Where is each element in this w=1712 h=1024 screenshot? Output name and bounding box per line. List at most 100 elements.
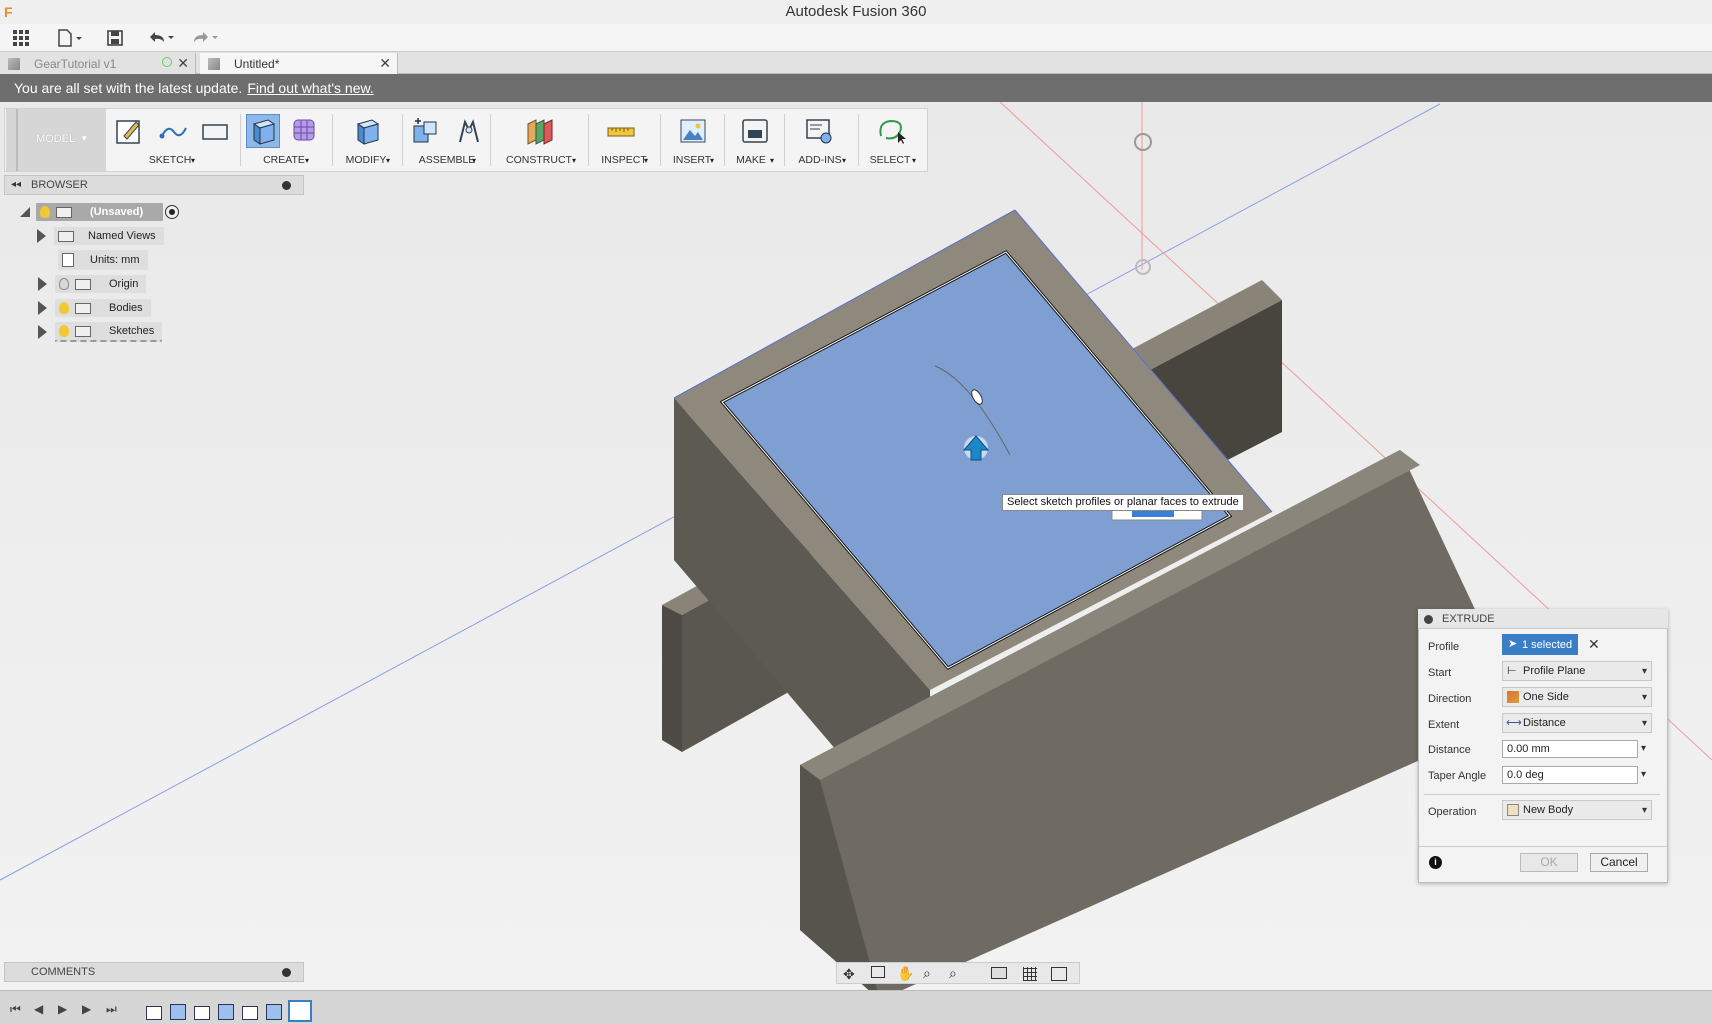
timeline-extrude-icon[interactable]: [266, 1004, 282, 1020]
expand-icon[interactable]: [38, 325, 47, 339]
save-icon[interactable]: [104, 28, 126, 48]
distance-dropdown-icon[interactable]: ▾: [1641, 743, 1646, 754]
update-notice: You are all set with the latest update. F…: [0, 74, 1712, 102]
viewports-icon[interactable]: [1051, 967, 1067, 981]
operation-value: New Body: [1523, 804, 1574, 816]
play-icon[interactable]: ▶: [58, 1002, 74, 1016]
ok-button[interactable]: OK: [1520, 853, 1578, 872]
timeline-sketch-icon[interactable]: [242, 1006, 258, 1020]
go-to-end-icon[interactable]: ⏭: [106, 1002, 122, 1016]
offset-plane-icon[interactable]: [522, 114, 556, 148]
form-icon[interactable]: [288, 114, 322, 148]
direction-value: One Side: [1523, 691, 1569, 703]
new-component-icon[interactable]: [408, 114, 442, 148]
profile-selection-button[interactable]: ➤ 1 selected: [1502, 634, 1578, 655]
whats-new-link[interactable]: Find out what's new.: [247, 80, 373, 96]
3d-print-icon[interactable]: [738, 114, 772, 148]
scripts-addins-icon[interactable]: [802, 114, 836, 148]
document-icon: [8, 57, 20, 70]
workspace-switcher[interactable]: MODEL ▾: [6, 109, 106, 171]
divider: [1419, 846, 1667, 847]
timeline-extrude-icon[interactable]: [170, 1004, 186, 1020]
taper-angle-input[interactable]: 0.0 deg: [1502, 766, 1638, 784]
profile-value: 1 selected: [1522, 638, 1573, 651]
timeline-sketch-icon[interactable]: [194, 1006, 210, 1020]
browser-options-icon[interactable]: [282, 181, 291, 190]
activate-radio-icon[interactable]: [165, 205, 180, 219]
make-group-label[interactable]: MAKE: [728, 154, 774, 166]
extrude-dialog-header[interactable]: EXTRUDE: [1418, 609, 1668, 629]
extent-select[interactable]: ⟷ Distance: [1502, 713, 1652, 733]
browser-root-node[interactable]: (Unsaved): [20, 202, 180, 222]
cancel-button[interactable]: Cancel: [1590, 853, 1648, 872]
press-pull-icon[interactable]: [350, 114, 384, 148]
extrude-tooltip: Select sketch profiles or planar faces t…: [1002, 494, 1244, 511]
clear-selection-icon[interactable]: ✕: [1588, 636, 1600, 653]
close-icon[interactable]: ✕: [379, 55, 391, 72]
tree-item-named-views[interactable]: Named Views: [37, 226, 164, 246]
spline-icon[interactable]: [156, 114, 190, 148]
expand-icon[interactable]: [38, 277, 47, 291]
timeline-current-sketch-icon[interactable]: [288, 1000, 312, 1022]
distance-input[interactable]: 0.00 mm: [1502, 740, 1638, 758]
visibility-bulb-icon[interactable]: [59, 325, 69, 337]
info-icon[interactable]: i: [1429, 856, 1442, 869]
expand-icon[interactable]: [37, 229, 46, 243]
tree-item-sketches[interactable]: Sketches: [38, 322, 163, 342]
close-icon[interactable]: ✕: [177, 55, 189, 72]
start-select[interactable]: ⊢ Profile Plane: [1502, 661, 1652, 681]
grid-icon[interactable]: [1023, 967, 1037, 981]
visibility-bulb-icon[interactable]: [59, 302, 69, 314]
measure-icon[interactable]: [604, 114, 638, 148]
tab-untitled[interactable]: Untitled* ✕: [200, 53, 398, 74]
visibility-bulb-icon[interactable]: [40, 206, 50, 218]
start-label: Start: [1428, 667, 1452, 679]
step-back-icon[interactable]: ◀: [34, 1002, 50, 1016]
workspace-label: MODEL: [36, 133, 76, 145]
create-sketch-icon[interactable]: [112, 114, 146, 148]
tree-item-origin[interactable]: Origin: [38, 274, 147, 294]
direction-select[interactable]: One Side: [1502, 687, 1652, 707]
rectangle-icon[interactable]: [198, 114, 232, 148]
data-panel-grid-icon[interactable]: [10, 28, 32, 48]
add-comment-icon[interactable]: [282, 968, 291, 977]
collapse-icon[interactable]: ◂◂: [11, 176, 21, 194]
taper-dropdown-icon[interactable]: ▾: [1641, 769, 1646, 780]
tab-geartutorial[interactable]: GearTutorial v1 ✕: [0, 53, 196, 74]
timeline-sketch-icon[interactable]: [146, 1006, 162, 1020]
construct-group-label[interactable]: CONSTRUCT: [502, 154, 576, 166]
select-lasso-icon[interactable]: [874, 114, 908, 148]
tree-item-bodies[interactable]: Bodies: [38, 298, 151, 318]
timeline-extrude-icon[interactable]: [218, 1004, 234, 1020]
folder-icon: [58, 230, 74, 242]
browser-title: BROWSER: [31, 179, 88, 191]
tree-item-label: Sketches: [109, 325, 155, 337]
visibility-bulb-icon[interactable]: [59, 278, 69, 290]
zoom-icon[interactable]: ⌕: [923, 965, 931, 982]
extrude-icon[interactable]: [246, 114, 280, 148]
orbit-icon[interactable]: ✥: [843, 966, 855, 983]
step-forward-icon[interactable]: ▶: [82, 1002, 98, 1016]
look-at-icon[interactable]: [871, 966, 885, 978]
taper-angle-label: Taper Angle: [1428, 770, 1487, 782]
addins-group-label[interactable]: ADD-INS: [792, 154, 848, 166]
pan-icon[interactable]: ✋: [897, 965, 914, 982]
extrude-title: EXTRUDE: [1442, 613, 1495, 625]
select-group-label[interactable]: SELECT: [862, 154, 918, 166]
insert-image-icon[interactable]: [676, 114, 710, 148]
browser-panel-header[interactable]: ◂◂ BROWSER: [4, 175, 304, 195]
undo-icon[interactable]: [146, 28, 176, 48]
fit-icon[interactable]: ⌕: [949, 965, 957, 982]
expand-icon[interactable]: [20, 207, 30, 217]
go-to-start-icon[interactable]: ⏮: [10, 1002, 26, 1016]
tree-item-units[interactable]: Units: mm: [58, 250, 148, 270]
expand-icon[interactable]: [38, 301, 47, 315]
joint-icon[interactable]: [452, 114, 486, 148]
comments-panel-header[interactable]: COMMENTS: [4, 962, 304, 982]
tab-label: Untitled*: [234, 56, 280, 71]
file-menu-icon[interactable]: [56, 28, 84, 48]
display-settings-icon[interactable]: [991, 967, 1007, 979]
redo-icon[interactable]: [190, 28, 220, 48]
minimize-icon[interactable]: [1424, 615, 1433, 624]
operation-select[interactable]: New Body: [1502, 800, 1652, 820]
